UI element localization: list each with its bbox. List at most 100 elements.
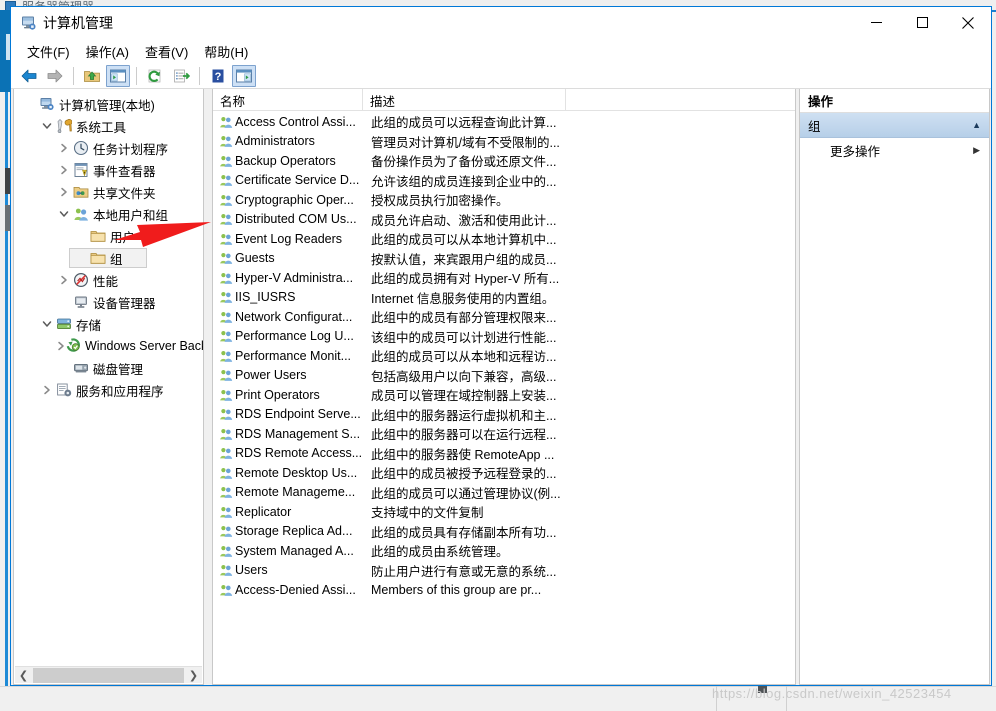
table-row[interactable]: Remote Desktop Us...此组中的成员被授予远程登录的...: [213, 463, 795, 483]
action-more-actions[interactable]: 更多操作 ▶: [800, 138, 989, 162]
tree-item[interactable]: 系统工具: [14, 115, 203, 137]
group-description-cell: 此组的成员可以从本地计算机中...: [368, 229, 556, 248]
tree-item[interactable]: 本地用户和组: [14, 203, 203, 225]
tree-item[interactable]: 事件查看器: [14, 159, 203, 181]
group-icon: [213, 349, 235, 363]
chevron-right-icon[interactable]: [56, 181, 72, 203]
actions-section-groups[interactable]: 组 ▲: [800, 113, 989, 138]
group-description-cell: 此组的成员可以远程查询此计算...: [368, 112, 556, 131]
table-row[interactable]: Performance Log U...该组中的成员可以计划进行性能...: [213, 327, 795, 347]
show-action-pane-icon[interactable]: [232, 65, 256, 87]
group-name-cell: Access Control Assi...: [235, 115, 368, 129]
scroll-left-arrow-icon[interactable]: ❮: [15, 667, 32, 684]
group-name-cell: Guests: [235, 251, 368, 265]
group-name-cell: Remote Manageme...: [235, 485, 368, 499]
group-name-cell: Print Operators: [235, 388, 368, 402]
table-row[interactable]: Storage Replica Ad...此组的成员具有存储副本所有功...: [213, 522, 795, 542]
tree-item[interactable]: 任务计划程序: [14, 137, 203, 159]
tree-item[interactable]: 组: [14, 247, 203, 269]
help-icon[interactable]: ?: [206, 65, 230, 87]
menu-help[interactable]: 帮助(H): [196, 40, 256, 63]
table-row[interactable]: Guests按默认值，来宾跟用户组的成员...: [213, 249, 795, 269]
group-icon: [213, 388, 235, 402]
group-description-cell: 此组的成员具有存储副本所有功...: [368, 522, 556, 541]
console-tree-pane: 计算机管理(本地)系统工具任务计划程序事件查看器共享文件夹本地用户和组用户组性能…: [13, 89, 204, 685]
table-row[interactable]: System Managed A...此组的成员由系统管理。: [213, 541, 795, 561]
table-row[interactable]: Distributed COM Us...成员允许启动、激活和使用此计...: [213, 210, 795, 230]
toolbar-separator-3: [199, 67, 200, 85]
table-row[interactable]: RDS Remote Access...此组中的服务器使 RemoteApp .…: [213, 444, 795, 464]
column-header-name[interactable]: 名称: [213, 89, 363, 111]
menu-action[interactable]: 操作(A): [78, 40, 137, 63]
tree-item[interactable]: 计算机管理(本地): [14, 93, 203, 115]
table-row[interactable]: Backup Operators备份操作员为了备份或还原文件...: [213, 151, 795, 171]
table-row[interactable]: RDS Endpoint Serve...此组中的服务器运行虚拟机和主...: [213, 405, 795, 425]
chevron-right-icon[interactable]: [56, 159, 72, 181]
actions-section-label: 组: [808, 116, 821, 135]
group-description-cell: 防止用户进行有意或无意的系统...: [368, 561, 556, 580]
watermark: https://blog.csdn.net/weixin_42523454: [712, 686, 952, 701]
maximize-button[interactable]: [899, 7, 945, 38]
table-row[interactable]: Performance Monit...此组的成员可以从本地和远程访...: [213, 346, 795, 366]
chevron-right-icon[interactable]: [56, 137, 72, 159]
tree-item[interactable]: 设备管理器: [14, 291, 203, 313]
group-icon: [213, 466, 235, 480]
tree-item[interactable]: 服务和应用程序: [14, 379, 203, 401]
chevron-down-icon[interactable]: [39, 313, 55, 335]
tree-item[interactable]: 磁盘管理: [14, 357, 203, 379]
table-row[interactable]: Print Operators成员可以管理在域控制器上安装...: [213, 385, 795, 405]
group-description-cell: 此组中的服务器运行虚拟机和主...: [368, 405, 556, 424]
tree-item[interactable]: Windows Server Back: [14, 335, 203, 357]
toolbar: ?: [11, 63, 991, 89]
tree-item[interactable]: 用户: [14, 225, 203, 247]
table-row[interactable]: Power Users包括高级用户以向下兼容，高级...: [213, 366, 795, 386]
chevron-right-icon[interactable]: [56, 335, 66, 357]
table-row[interactable]: IIS_IUSRSInternet 信息服务使用的内置组。: [213, 288, 795, 308]
group-icon: [213, 368, 235, 382]
group-description-cell: 此组中的服务器使 RemoteApp ...: [368, 444, 554, 463]
tree-item[interactable]: 共享文件夹: [14, 181, 203, 203]
up-folder-icon[interactable]: [80, 65, 104, 87]
group-description-cell: 成员允许启动、激活和使用此计...: [368, 210, 556, 229]
chevron-right-icon[interactable]: [56, 269, 72, 291]
title-bar: 计算机管理: [11, 7, 991, 39]
group-description-cell: 该组中的成员可以计划进行性能...: [368, 327, 556, 346]
table-row[interactable]: Event Log Readers此组的成员可以从本地计算机中...: [213, 229, 795, 249]
chevron-up-icon[interactable]: ▲: [972, 120, 981, 130]
minimize-button[interactable]: [853, 7, 899, 38]
table-row[interactable]: Access Control Assi...此组的成员可以远程查询此计算...: [213, 112, 795, 132]
forward-icon[interactable]: [43, 65, 67, 87]
device-manager-icon: [72, 291, 90, 313]
table-row[interactable]: Network Configurat...此组中的成员有部分管理权限来...: [213, 307, 795, 327]
table-row[interactable]: Cryptographic Oper...授权成员执行加密操作。: [213, 190, 795, 210]
folder-icon: [89, 225, 107, 247]
chevron-spacer: [73, 225, 89, 247]
table-row[interactable]: Certificate Service D...允许该组的成员连接到企业中的..…: [213, 171, 795, 191]
table-row[interactable]: Remote Manageme...此组的成员可以通过管理协议(例...: [213, 483, 795, 503]
back-icon[interactable]: [17, 65, 41, 87]
refresh-icon[interactable]: [143, 65, 167, 87]
tree-item[interactable]: 性能: [14, 269, 203, 291]
group-icon: [213, 271, 235, 285]
export-list-icon[interactable]: [169, 65, 193, 87]
chevron-down-icon[interactable]: [56, 203, 72, 225]
table-row[interactable]: Administrators管理员对计算机/域有不受限制的...: [213, 132, 795, 152]
tree-item[interactable]: 存储: [14, 313, 203, 335]
table-row[interactable]: Users防止用户进行有意或无意的系统...: [213, 561, 795, 581]
group-icon: [213, 251, 235, 265]
chevron-right-icon[interactable]: [39, 379, 55, 401]
column-header-description[interactable]: 描述: [363, 89, 566, 111]
chevron-down-icon[interactable]: [39, 115, 55, 137]
table-row[interactable]: Hyper-V Administra...此组的成员拥有对 Hyper-V 所有…: [213, 268, 795, 288]
menu-view[interactable]: 查看(V): [137, 40, 196, 63]
table-row[interactable]: RDS Management S...此组中的服务器可以在运行远程...: [213, 424, 795, 444]
table-row[interactable]: Replicator支持域中的文件复制: [213, 502, 795, 522]
menu-file[interactable]: 文件(F): [19, 40, 78, 63]
group-name-cell: Users: [235, 563, 368, 577]
scroll-right-arrow-icon[interactable]: ❯: [185, 667, 202, 684]
tree-horizontal-scrollbar[interactable]: ❮ ❯: [15, 666, 202, 683]
show-hide-tree-icon[interactable]: [106, 65, 130, 87]
scroll-thumb[interactable]: [33, 668, 184, 683]
table-row[interactable]: Access-Denied Assi...Members of this gro…: [213, 580, 795, 600]
close-button[interactable]: [945, 7, 991, 38]
